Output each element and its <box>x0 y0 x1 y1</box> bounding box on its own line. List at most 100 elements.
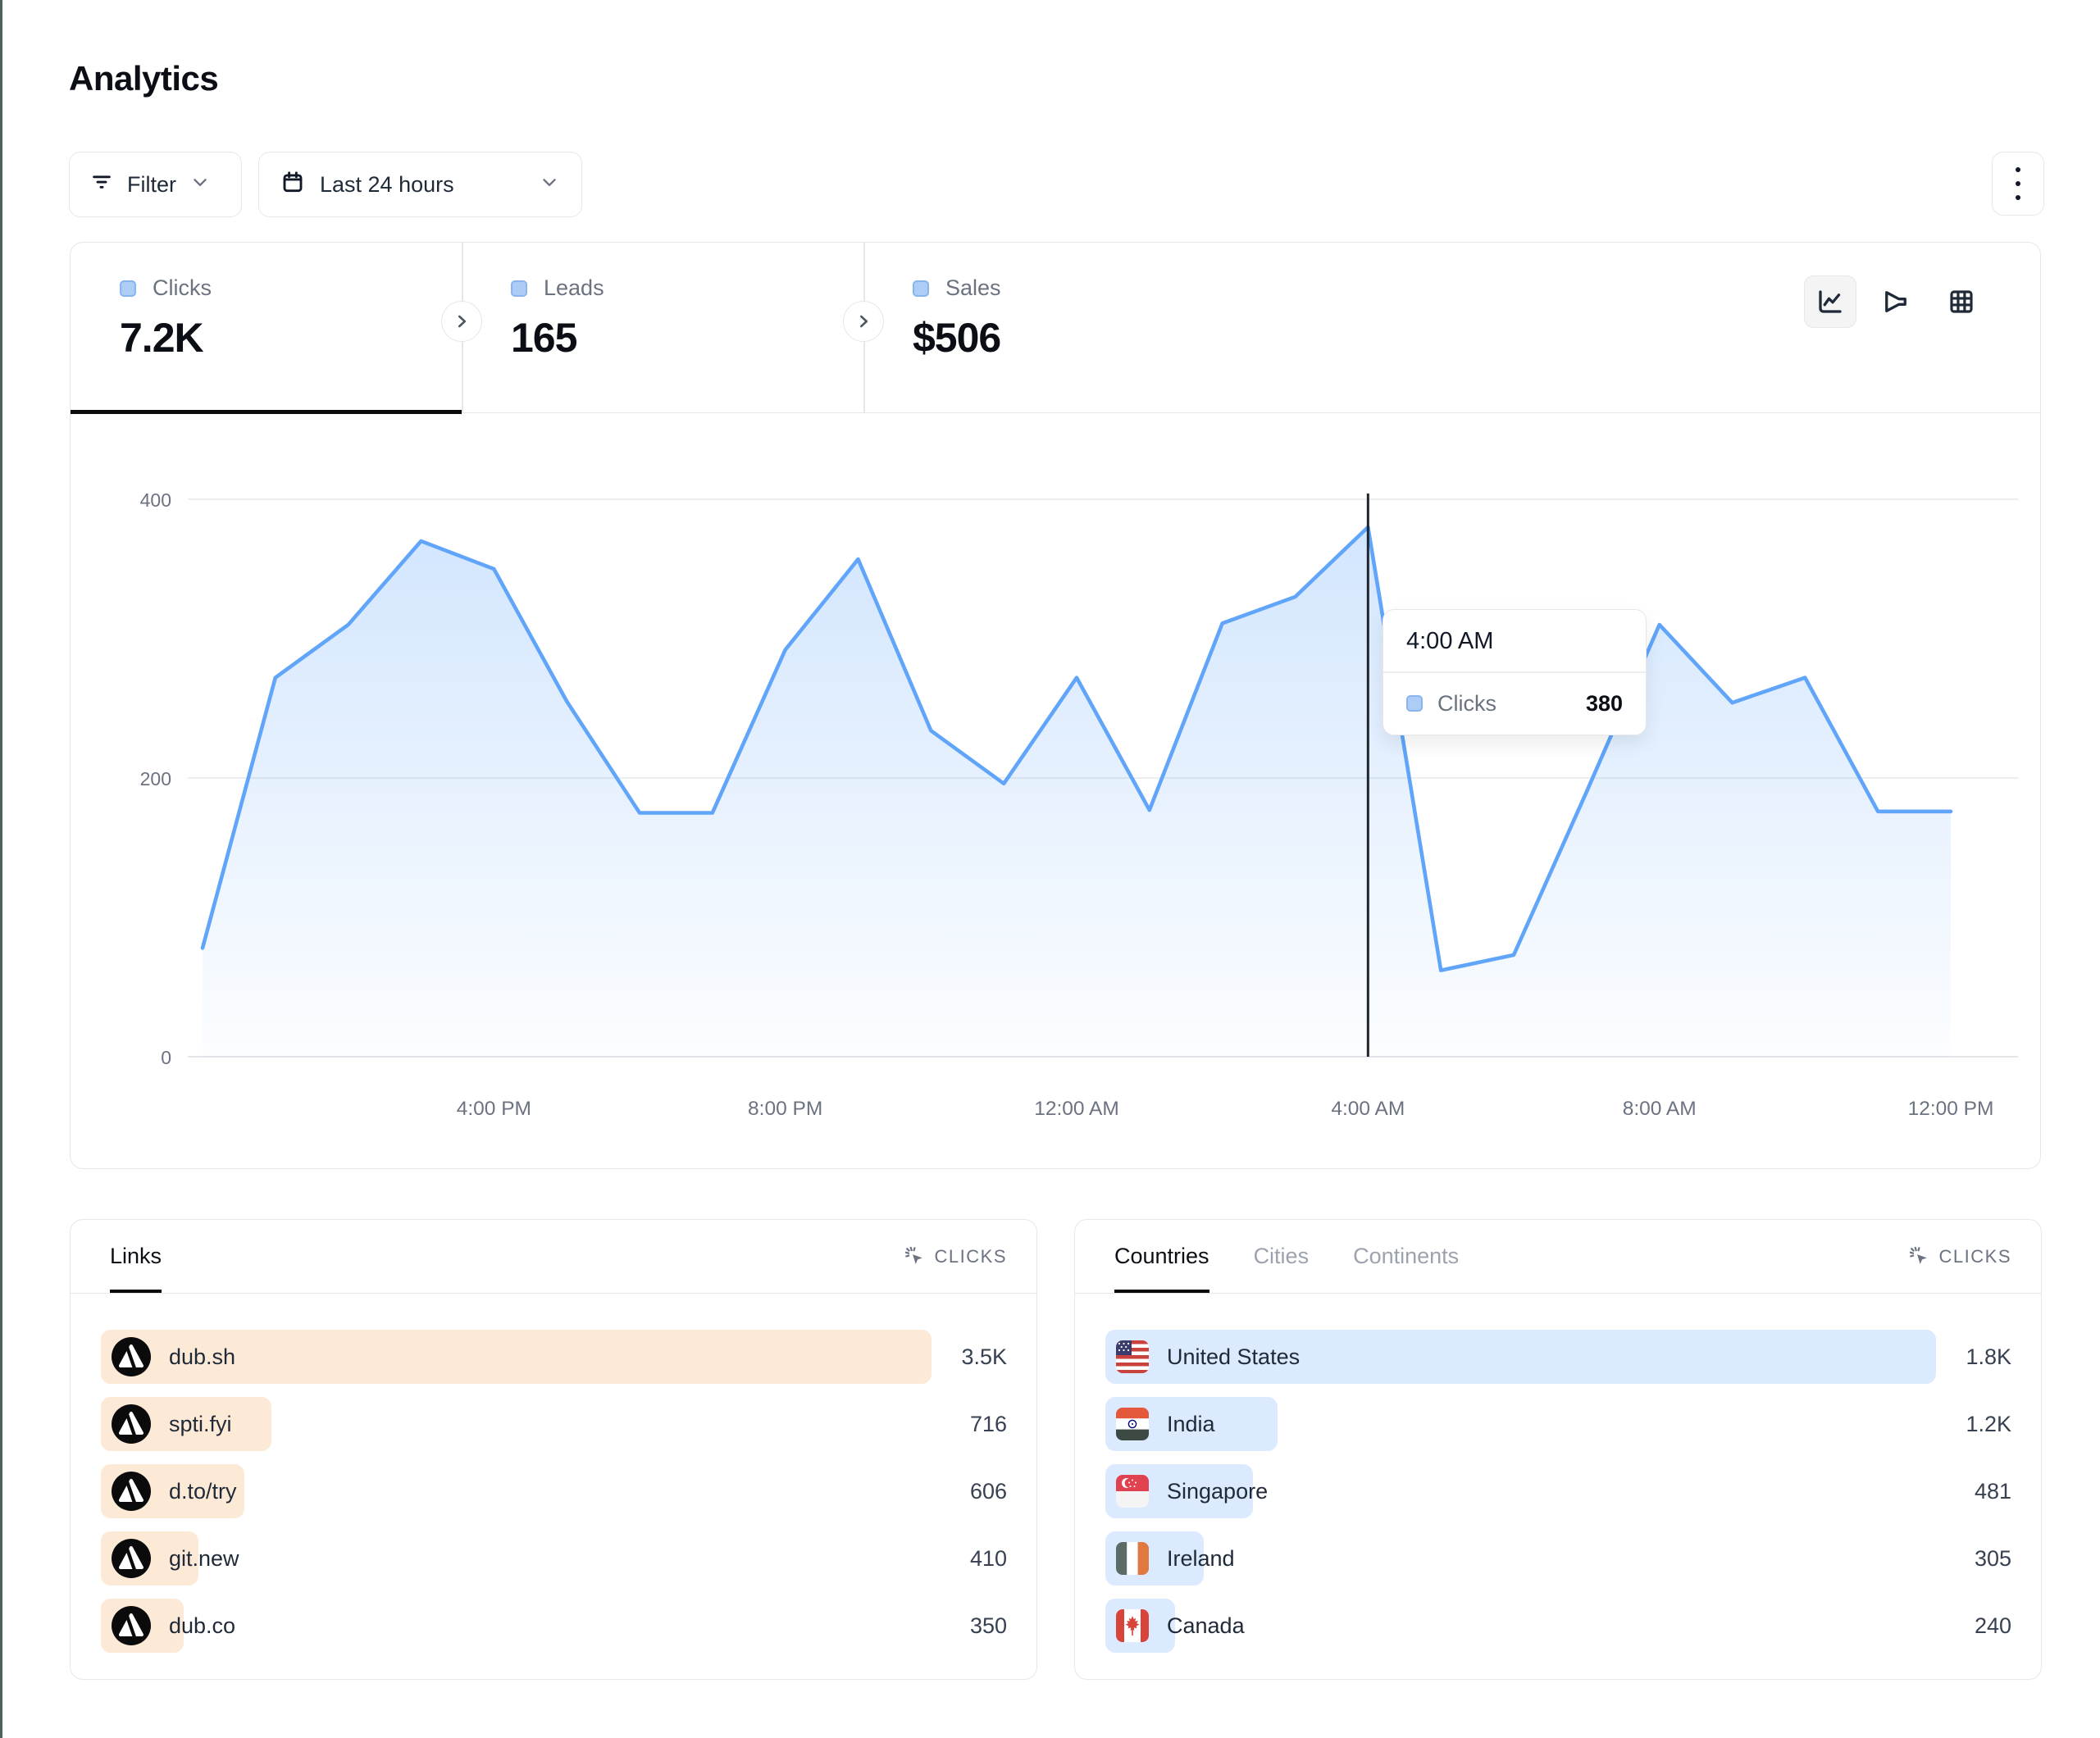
us-flag-icon <box>1116 1340 1149 1373</box>
cursor-click-icon <box>1908 1245 1931 1268</box>
sg-flag-icon <box>1116 1475 1149 1508</box>
window-edge-strip <box>0 0 2 1738</box>
chart-tooltip: 4:00 AM Clicks 380 <box>1383 609 1647 735</box>
expand-clicks-button[interactable] <box>441 301 482 342</box>
country-row[interactable]: India 1.2K <box>1105 1397 2011 1451</box>
page-title: Analytics <box>69 59 218 98</box>
row-label: Canada <box>1167 1613 1245 1639</box>
countries-metric-label: CLICKS <box>1939 1246 2011 1267</box>
y-axis-label: 0 <box>161 1047 171 1068</box>
in-flag-icon <box>1116 1408 1149 1440</box>
link-row[interactable]: spti.fyi716 <box>101 1397 1007 1451</box>
stat-label: Clicks <box>153 275 212 301</box>
stat-tab-sales[interactable]: Sales $506 <box>863 243 1265 412</box>
table-view-button[interactable] <box>1935 275 1988 328</box>
tab-continents[interactable]: Continents <box>1353 1220 1459 1293</box>
dub-logo-icon <box>112 1404 151 1444</box>
chart-view-toggles <box>1804 275 1988 328</box>
links-metric-header[interactable]: CLICKS <box>904 1245 1007 1268</box>
tab-cities[interactable]: Cities <box>1254 1220 1310 1293</box>
date-range-label: Last 24 hours <box>320 172 454 198</box>
country-row[interactable]: Ireland 305 <box>1105 1531 2011 1586</box>
dub-logo-icon <box>112 1337 151 1376</box>
row-value: 481 <box>1936 1479 2011 1504</box>
tab-countries[interactable]: Countries <box>1114 1220 1209 1293</box>
row-value: 3.5K <box>932 1344 1007 1370</box>
stat-value: 165 <box>511 314 863 362</box>
calendar-icon <box>280 170 305 200</box>
link-row[interactable]: dub.sh 3.5K <box>101 1330 1007 1384</box>
chart-canvas: 02004004:00 PM8:00 PM12:00 AM4:00 AM8:00… <box>71 413 2039 1167</box>
row-label: dub.co <box>169 1613 235 1639</box>
row-label: dub.sh <box>169 1344 235 1370</box>
y-axis-label: 200 <box>140 768 171 789</box>
row-label: Singapore <box>1167 1479 1268 1504</box>
links-panel: Links CLICKS dub.sh 3.5K spti.fyi716 d.to/t… <box>70 1219 1037 1680</box>
tab-links[interactable]: Links <box>110 1220 162 1293</box>
chevron-right-icon <box>451 311 472 332</box>
stat-tab-leads[interactable]: Leads 165 <box>462 243 863 412</box>
country-row[interactable]: Singapore 481 <box>1105 1464 2011 1518</box>
clicks-series-chip <box>120 280 136 297</box>
row-value: 350 <box>932 1613 1007 1639</box>
row-label: d.to/try <box>169 1479 237 1504</box>
links-metric-label: CLICKS <box>935 1246 1007 1267</box>
dub-logo-icon <box>112 1539 151 1578</box>
link-row[interactable]: dub.co 350 <box>101 1599 1007 1653</box>
line-chart-icon <box>1815 287 1845 316</box>
tooltip-series-chip <box>1406 695 1423 712</box>
country-row[interactable]: United States1.8K <box>1105 1330 2011 1384</box>
links-panel-header: Links CLICKS <box>71 1220 1036 1294</box>
kebab-menu-icon <box>2016 167 2020 200</box>
chevron-down-icon <box>189 171 211 198</box>
tooltip-value: 380 <box>1586 691 1623 717</box>
x-axis-label: 8:00 PM <box>748 1098 822 1120</box>
stat-value: 7.2K <box>120 314 462 362</box>
expand-leads-button[interactable] <box>843 301 884 342</box>
country-row[interactable]: Canada240 <box>1105 1599 2011 1653</box>
row-label: Ireland <box>1167 1546 1235 1572</box>
ca-flag-icon <box>1116 1609 1149 1642</box>
x-axis-label: 12:00 PM <box>1908 1098 1994 1120</box>
filter-button[interactable]: Filter <box>69 152 242 217</box>
row-label: United States <box>1167 1344 1300 1370</box>
x-axis-label: 4:00 AM <box>1331 1098 1405 1120</box>
cursor-click-icon <box>904 1245 927 1268</box>
stat-value: $506 <box>913 314 1265 362</box>
dub-logo-icon <box>112 1606 151 1645</box>
x-axis-label: 12:00 AM <box>1034 1098 1119 1120</box>
stat-label: Leads <box>544 275 604 301</box>
analytics-page: Analytics Filter Last 24 hours <box>0 0 2100 1738</box>
row-label: git.new <box>169 1546 239 1572</box>
link-row[interactable]: git.new410 <box>101 1531 1007 1586</box>
countries-metric-header[interactable]: CLICKS <box>1908 1245 2011 1268</box>
funnel-chart-view-button[interactable] <box>1870 275 1922 328</box>
link-row[interactable]: d.to/try 606 <box>101 1464 1007 1518</box>
clicks-timeseries-chart[interactable]: 02004004:00 PM8:00 PM12:00 AM4:00 AM8:00… <box>71 413 2039 1167</box>
countries-tabs: Countries Cities Continents <box>1114 1220 1459 1293</box>
stats-tab-row: Clicks 7.2K Leads 165 <box>71 243 2040 413</box>
ie-flag-icon <box>1116 1542 1149 1575</box>
row-value: 305 <box>1936 1546 2011 1572</box>
chevron-right-icon <box>853 311 874 332</box>
countries-panel: Countries Cities Continents CLICKS United … <box>1074 1219 2042 1680</box>
filter-icon <box>89 170 114 200</box>
date-range-button[interactable]: Last 24 hours <box>258 152 582 217</box>
links-rows: dub.sh 3.5K spti.fyi716 d.to/try 606 git.new4… <box>71 1294 1036 1653</box>
row-value: 1.2K <box>1936 1412 2011 1437</box>
dub-logo-icon <box>112 1472 151 1511</box>
leads-series-chip <box>511 280 527 297</box>
stat-tab-clicks[interactable]: Clicks 7.2K <box>71 243 462 412</box>
y-axis-label: 400 <box>140 489 171 511</box>
row-label: India <box>1167 1412 1215 1437</box>
line-chart-view-button[interactable] <box>1804 275 1856 328</box>
row-label: spti.fyi <box>169 1412 232 1437</box>
countries-panel-header: Countries Cities Continents CLICKS <box>1075 1220 2041 1294</box>
dub-logo-icon <box>112 1606 151 1645</box>
dub-logo-icon <box>112 1337 151 1376</box>
more-options-button[interactable] <box>1992 152 2044 216</box>
dub-logo-icon <box>112 1404 151 1444</box>
x-axis-label: 4:00 PM <box>457 1098 531 1120</box>
dub-logo-icon <box>112 1472 151 1511</box>
row-value: 606 <box>932 1479 1007 1504</box>
